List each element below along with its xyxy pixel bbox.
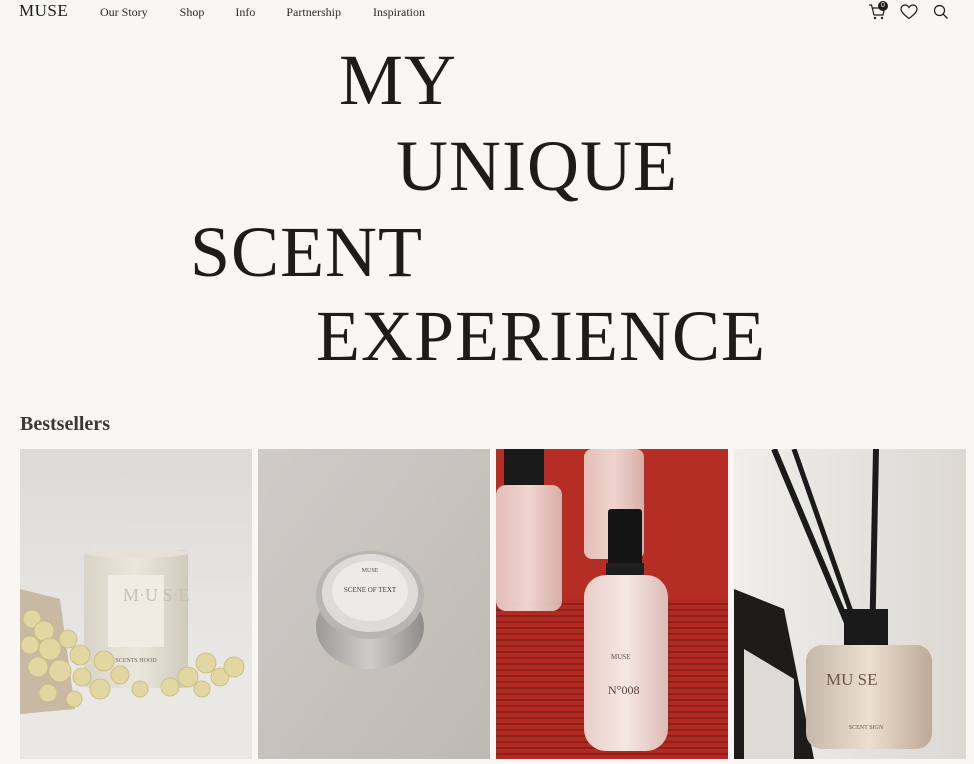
main-nav: Our Story Shop Info Partnership Inspirat… bbox=[100, 5, 425, 20]
heart-icon bbox=[900, 4, 918, 20]
diffuser-label-sub: SCENT SIGN bbox=[849, 725, 884, 731]
diffuser-label-mark: MU SE bbox=[826, 670, 877, 689]
bestsellers-grid: M·U S·E SCENTS HOOD MUSE SCENE OF TEXT M… bbox=[20, 449, 974, 764]
cart-button[interactable]: 0 bbox=[866, 1, 888, 22]
spray-label-mark: MUSE bbox=[611, 653, 630, 661]
nav-our-story[interactable]: Our Story bbox=[100, 5, 148, 20]
product-image-spray: MUSE N°008 bbox=[496, 449, 728, 759]
nav-inspiration[interactable]: Inspiration bbox=[373, 5, 425, 20]
cart-count-badge: 0 bbox=[878, 1, 888, 11]
nav-shop[interactable]: Shop bbox=[180, 5, 205, 20]
spray-label-sub: N°008 bbox=[608, 683, 639, 697]
header-icons: 0 bbox=[866, 1, 952, 22]
candle-label-sub: SCENTS HOOD bbox=[115, 658, 157, 664]
nav-info[interactable]: Info bbox=[235, 5, 255, 20]
tin-label-mark: MUSE bbox=[362, 568, 379, 574]
product-card-candle[interactable]: M·U S·E SCENTS HOOD bbox=[20, 449, 252, 759]
search-icon bbox=[933, 4, 948, 19]
wishlist-button[interactable] bbox=[898, 2, 920, 22]
tin-label-sub: SCENE OF TEXT bbox=[344, 586, 397, 594]
product-card-diffuser[interactable]: MU SE SCENT SIGN bbox=[734, 449, 966, 759]
bestsellers-title: Bestsellers bbox=[20, 413, 110, 435]
product-image-candle: M·U S·E SCENTS HOOD bbox=[20, 449, 252, 759]
hero-line-4: EXPERIENCE bbox=[316, 296, 766, 376]
product-card-tin[interactable]: MUSE SCENE OF TEXT bbox=[258, 449, 490, 759]
product-image-diffuser: MU SE SCENT SIGN bbox=[734, 449, 966, 759]
search-button[interactable] bbox=[930, 2, 952, 22]
logo[interactable]: MUSE bbox=[19, 1, 68, 21]
hero-line-1: MY bbox=[339, 40, 458, 120]
nav-partnership[interactable]: Partnership bbox=[286, 5, 341, 20]
hero-line-2: UNIQUE bbox=[396, 126, 678, 206]
product-image-tin: MUSE SCENE OF TEXT bbox=[258, 449, 490, 759]
candle-label-mark: M·U S·E bbox=[123, 585, 190, 605]
product-card-spray[interactable]: MUSE N°008 bbox=[496, 449, 728, 759]
site-header: MUSE Our Story Shop Info Partnership Ins… bbox=[0, 0, 974, 26]
hero-line-3: SCENT bbox=[190, 212, 424, 292]
